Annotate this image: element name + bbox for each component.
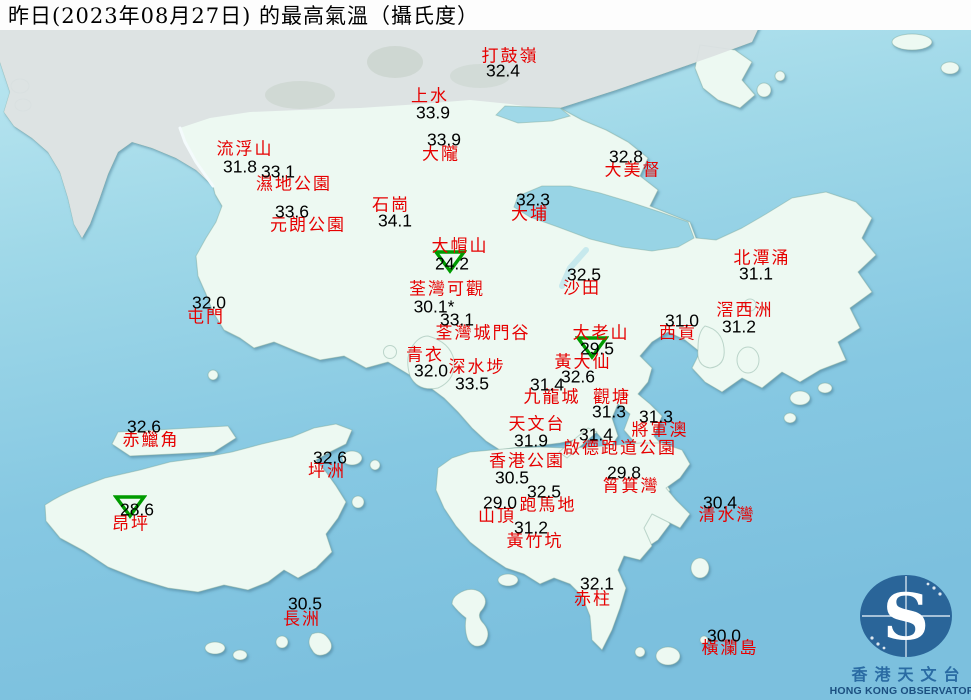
station-value: 32.6 xyxy=(126,416,162,437)
logo-english-text: HONG KONG OBSERVATORY xyxy=(829,685,971,697)
station-value: 31.8 xyxy=(222,156,258,177)
station-value: 33.5 xyxy=(454,373,490,394)
station-value: 33.6 xyxy=(274,201,310,222)
station-value: 28.6 xyxy=(119,499,155,520)
station-value: 30.5 xyxy=(287,593,323,614)
station-value: 31.2 xyxy=(513,517,549,538)
station-value: 33.1 xyxy=(260,161,296,182)
station-value: 32.6 xyxy=(312,447,348,468)
station-value: 29.0 xyxy=(482,492,518,513)
station-value: 32.5 xyxy=(566,264,602,285)
station-value: 32.4 xyxy=(485,60,521,81)
weather-map-page: 昨日(2023年08月27日) 的最高氣溫（攝氏度） 打鼓嶺 32.4 上水 33.9… xyxy=(0,0,971,700)
station-value: 31.4 xyxy=(578,424,614,445)
station-value: 30.5 xyxy=(494,467,530,488)
station-value: 32.6 xyxy=(560,366,596,387)
station-value: 24.2 xyxy=(434,253,470,274)
station-name-label: 長洲 xyxy=(283,609,321,630)
station-value: 31.2 xyxy=(721,316,757,337)
title-bar: 昨日(2023年08月27日) 的最高氣溫（攝氏度） xyxy=(0,0,971,30)
station-value: 32.3 xyxy=(515,189,551,210)
station-value: 31.4 xyxy=(529,374,565,395)
station-value: 32.8 xyxy=(608,146,644,167)
station-value: 30.0 xyxy=(706,625,742,646)
station-value: 31.3 xyxy=(638,406,674,427)
station-name-label: 赤柱 xyxy=(574,589,612,610)
station-value: 31.9 xyxy=(513,430,549,451)
station-value: 31.0 xyxy=(664,310,700,331)
station-value: 32.0 xyxy=(413,360,449,381)
labels-layer: 打鼓嶺 32.4 上水 33.9 大隴 33.9 流浮山 31.8 濕地公園 33.1 元朗公園 33… xyxy=(0,0,971,700)
station-value: 33.1 xyxy=(439,309,475,330)
station-value: 30.4 xyxy=(702,492,738,513)
station-value: 32.1 xyxy=(579,573,615,594)
logo-chinese-text: 香港天文台 xyxy=(851,665,967,684)
logo-monogram: S xyxy=(882,580,928,655)
station-value: 33.9 xyxy=(426,129,462,150)
station-value: 31.3 xyxy=(591,401,627,422)
page-title: 昨日(2023年08月27日) 的最高氣溫（攝氏度） xyxy=(8,4,479,28)
station-value: 34.1 xyxy=(377,210,413,231)
hko-logo: S 香港天文台 HONG KONG OBSERVATORY xyxy=(830,572,971,700)
station-value: 33.9 xyxy=(415,102,451,123)
hko-logo-emblem: S xyxy=(859,575,952,657)
station-value: 31.1 xyxy=(738,263,774,284)
station-value: 32.5 xyxy=(526,481,562,502)
station-value: 32.0 xyxy=(191,292,227,313)
station-value: 29.8 xyxy=(606,462,642,483)
